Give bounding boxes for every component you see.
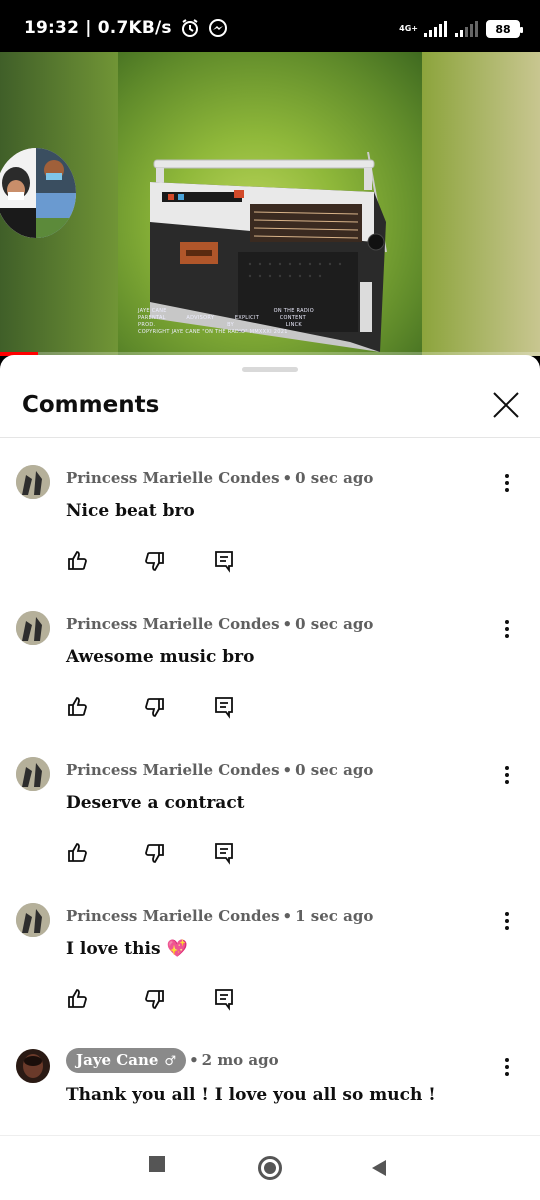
- messenger-icon: [208, 19, 227, 37]
- comment-time: 0 sec ago: [295, 761, 374, 779]
- more-options-icon[interactable]: [496, 763, 518, 787]
- alarm-icon: [181, 19, 198, 37]
- commenter-avatar[interactable]: [16, 903, 50, 937]
- battery-level: 88: [495, 22, 511, 36]
- comment-item: Princess Marielle Condes • 1 sec ago I lov…: [0, 903, 540, 1049]
- cover-parental: PARENTAL: [138, 315, 166, 321]
- avatar-image: [16, 611, 50, 645]
- comment-meta: Princess Marielle Condes • 0 sec ago: [66, 469, 374, 487]
- comment-text: Nice beat bro: [66, 501, 195, 521]
- video-player[interactable]: JAYE CANE ON THE RADIO PARENTAL ADVISORY…: [0, 52, 540, 356]
- comment-time: 2 mo ago: [201, 1051, 279, 1069]
- comment-meta: Jaye Cane ♂ • 2 mo ago: [66, 1048, 279, 1073]
- cover-by: BY: [227, 322, 234, 328]
- dislike-icon[interactable]: [142, 987, 166, 1011]
- comment-actions: [66, 695, 246, 719]
- comments-sheet: Comments Princess Marielle Condes • 0 sec …: [0, 355, 540, 1135]
- avatar-image: [16, 1049, 50, 1083]
- cover-producer: LINCK: [285, 322, 302, 328]
- close-icon[interactable]: [488, 387, 524, 423]
- comment-text: I love this 💖: [66, 939, 188, 959]
- comment-time: 1 sec ago: [295, 907, 374, 925]
- more-options-icon[interactable]: [496, 471, 518, 495]
- reply-icon[interactable]: [212, 841, 236, 865]
- commenter-avatar[interactable]: [16, 611, 50, 645]
- reply-icon[interactable]: [212, 695, 236, 719]
- battery-icon: 88: [486, 20, 523, 38]
- music-note-icon: ♂: [164, 1054, 177, 1069]
- comment-text: Thank you all ! I love you all so much !: [66, 1085, 436, 1105]
- more-options-icon[interactable]: [496, 617, 518, 641]
- status-time-speed: 19:32 | 0.7KB/s: [24, 18, 172, 38]
- avatar-image: [16, 465, 50, 499]
- more-options-icon[interactable]: [496, 909, 518, 933]
- comment-text: Deserve a contract: [66, 793, 245, 813]
- dislike-icon[interactable]: [142, 841, 166, 865]
- home-icon[interactable]: [258, 1156, 282, 1180]
- comment-author[interactable]: Princess Marielle Condes: [66, 907, 280, 925]
- network-type: 4G+: [399, 24, 418, 33]
- reply-icon[interactable]: [212, 987, 236, 1011]
- dislike-icon[interactable]: [142, 695, 166, 719]
- cover-content: CONTENT: [279, 315, 306, 321]
- back-icon[interactable]: [372, 1160, 386, 1176]
- commenter-avatar[interactable]: [16, 465, 50, 499]
- recents-icon[interactable]: [149, 1156, 165, 1172]
- comment-item: Princess Marielle Condes • 0 sec ago Aweso…: [0, 611, 540, 757]
- comments-title: Comments: [22, 392, 160, 418]
- like-icon[interactable]: [66, 695, 90, 719]
- more-options-icon[interactable]: [496, 1055, 518, 1079]
- commenter-avatar[interactable]: [16, 757, 50, 791]
- comment-text: Awesome music bro: [66, 647, 255, 667]
- sheet-drag-handle[interactable]: [242, 367, 298, 372]
- signal-icon: [424, 21, 447, 37]
- like-icon[interactable]: [66, 549, 90, 573]
- like-icon[interactable]: [66, 841, 90, 865]
- comment-time: 0 sec ago: [295, 615, 374, 633]
- comment-item-creator: Jaye Cane ♂ • 2 mo ago Thank you all ! I lo…: [0, 1048, 540, 1135]
- status-bar: 19:32 | 0.7KB/s 4G+ 88: [0, 0, 540, 52]
- reply-icon[interactable]: [212, 549, 236, 573]
- system-nav-bar: [0, 1135, 540, 1200]
- cover-prod: PROD.: [138, 322, 156, 328]
- comment-item: Princess Marielle Condes • 0 sec ago Deser…: [0, 757, 540, 903]
- comment-author[interactable]: Princess Marielle Condes: [66, 469, 280, 487]
- signal-2-icon: [455, 21, 478, 37]
- video-blur-right: [422, 52, 540, 356]
- cover-advisory: ADVISORY: [186, 315, 215, 321]
- cover-copyright: COPYRIGHT JAYE CANE "ON THE RADIO" MMXXX…: [138, 329, 288, 335]
- cover-explicit: EXPLICIT: [234, 315, 260, 321]
- comment-meta: Princess Marielle Condes • 0 sec ago: [66, 615, 374, 633]
- comment-author[interactable]: Princess Marielle Condes: [66, 615, 280, 633]
- comment-author[interactable]: Princess Marielle Condes: [66, 761, 280, 779]
- cover-title: ON THE RADIO: [273, 308, 314, 314]
- like-icon[interactable]: [66, 987, 90, 1011]
- avatar-image: [16, 757, 50, 791]
- cover-artist: JAYE CANE: [138, 308, 167, 314]
- creator-badge[interactable]: Jaye Cane ♂: [66, 1048, 187, 1073]
- dislike-icon[interactable]: [142, 549, 166, 573]
- comment-meta: Princess Marielle Condes • 1 sec ago: [66, 907, 374, 925]
- comment-actions: [66, 841, 246, 865]
- creator-avatar[interactable]: [16, 1049, 50, 1083]
- comment-author: Jaye Cane: [76, 1051, 159, 1069]
- comment-item: Princess Marielle Condes • 0 sec ago Nice …: [0, 465, 540, 611]
- avatar-image: [16, 903, 50, 937]
- album-cover-credits: JAYE CANE ON THE RADIO PARENTAL ADVISORY…: [138, 308, 398, 336]
- comment-time: 0 sec ago: [295, 469, 374, 487]
- comment-actions: [66, 549, 246, 573]
- comment-meta: Princess Marielle Condes • 0 sec ago: [66, 761, 374, 779]
- comment-actions: [66, 987, 246, 1011]
- sheet-divider: [0, 437, 540, 438]
